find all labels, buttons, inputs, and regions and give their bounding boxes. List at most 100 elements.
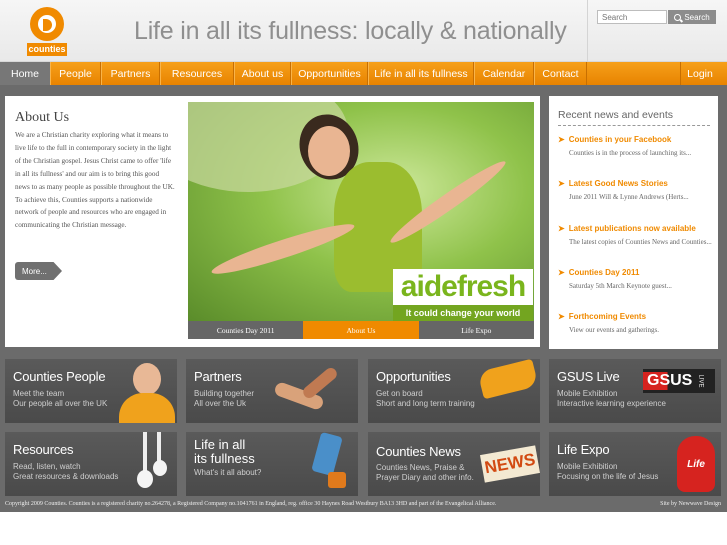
tile-sub-line: Meet the team <box>13 389 65 398</box>
site-header: counties Life in all its fullness: local… <box>0 0 727 62</box>
search-icon <box>674 13 682 21</box>
tile-title: Opportunities <box>376 369 451 384</box>
arrow-right-icon: ➤ <box>558 179 565 188</box>
nav-partners[interactable]: Partners <box>101 62 160 85</box>
handshake-icon <box>264 359 358 423</box>
news-item[interactable]: ➤ Latest Good News Stories June 2011 Will… <box>558 179 713 203</box>
news-item-body: Counties is in the process of launching … <box>569 149 692 157</box>
news-item-body: Saturday 5th March Keynote guest... <box>569 282 672 290</box>
news-item-head[interactable]: Forthcoming Events <box>569 312 646 321</box>
tile-sub-line: Short and long term training <box>376 399 475 408</box>
site-footer: Copyright 2009 Counties. Counties is a r… <box>0 500 727 512</box>
tile-sub-line: Read, listen, watch <box>13 462 81 471</box>
main-nav: Home People Partners Resources About us … <box>0 62 727 85</box>
hero-banner[interactable]: aidefresh It could change your world <box>188 102 534 321</box>
tile-counties-news[interactable]: Counties News Counties News, Praise & Pr… <box>368 432 540 496</box>
life-logo-text: Life <box>687 458 705 470</box>
news-stamp-icon: NEWS <box>479 445 540 483</box>
tile-title: Partners <box>194 369 242 384</box>
tile-subtitle: Counties News, Praise & Prayer Diary and… <box>376 463 474 483</box>
tile-life-in-all-its-fullness[interactable]: Life in all its fullness What's it all a… <box>186 432 358 496</box>
arrow-right-icon: ➤ <box>558 135 565 144</box>
search-input[interactable] <box>597 10 667 24</box>
gsus-badge-live: LIVE <box>697 374 704 388</box>
tile-gsus-live[interactable]: GSUS Live Mobile Exhibition Interactive … <box>549 359 721 423</box>
tile-opportunities[interactable]: Opportunities Get on board Short and lon… <box>368 359 540 423</box>
hero-tab-about-us[interactable]: About Us <box>303 321 419 339</box>
news-item-head[interactable]: Counties Day 2011 <box>569 268 640 277</box>
hero-figure-face <box>308 126 350 176</box>
jumping-figure-icon <box>298 432 358 496</box>
arrow-right-icon: ➤ <box>558 224 565 233</box>
arrow-right-icon: ➤ <box>558 268 565 277</box>
more-button[interactable]: More... <box>15 262 62 280</box>
tile-sub-line: Counties News, Praise & <box>376 463 465 472</box>
logo-word: counties <box>27 43 67 56</box>
aidefresh-word: aidefresh <box>393 269 533 305</box>
logo-mark-icon <box>30 7 64 41</box>
news-item-head[interactable]: Counties in your Facebook <box>569 135 672 144</box>
news-item-body: June 2011 Will & Lynne Andrews (Herts... <box>569 193 689 201</box>
tile-sub-line: Mobile Exhibition <box>557 462 618 471</box>
tile-partners[interactable]: Partners Building together All over the … <box>186 359 358 423</box>
hero-tab-life-expo[interactable]: Life Expo <box>418 321 534 339</box>
nav-calendar[interactable]: Calendar <box>474 62 534 85</box>
nav-about-us[interactable]: About us <box>234 62 291 85</box>
tile-life-expo[interactable]: Life Expo Mobile Exhibition Focusing on … <box>549 432 721 496</box>
tile-subtitle: What's it all about? <box>194 468 261 478</box>
tile-counties-people[interactable]: Counties People Meet the team Our people… <box>5 359 177 423</box>
search-button-label: Search <box>684 12 710 22</box>
tile-sub-line: Prayer Diary and other info. <box>376 473 474 482</box>
nav-home[interactable]: Home <box>0 62 50 85</box>
aidefresh-logo: aidefresh It could change your world <box>393 269 533 321</box>
news-item[interactable]: ➤ Counties Day 2011 Saturday 5th March Ke… <box>558 268 713 292</box>
gsus-badge-text: GSUS <box>643 372 693 390</box>
hero-tabs: Counties Day 2011 About Us Life Expo <box>188 321 534 339</box>
news-panel: Recent news and events ➤ Counties in your… <box>549 96 718 349</box>
tile-sub-line: Building together <box>194 389 255 398</box>
tile-subtitle: Meet the team Our people all over the UK <box>13 389 107 409</box>
counties-logo[interactable]: counties <box>27 7 67 56</box>
tile-sub-line: Great resources & downloads <box>13 472 119 481</box>
hero-tab-counties-day[interactable]: Counties Day 2011 <box>188 321 304 339</box>
about-text: We are a Christian charity exploring wha… <box>15 131 175 230</box>
news-item-body: The latest copies of Counties News and C… <box>569 238 712 246</box>
tile-title: Life Expo <box>557 442 610 457</box>
nav-life-in-all-its-fullness[interactable]: Life in all its fullness <box>368 62 474 85</box>
about-title: About Us <box>15 110 70 125</box>
tile-title-line: its fullness <box>194 451 255 466</box>
news-item-head[interactable]: Latest publications now available <box>569 224 696 233</box>
nav-resources[interactable]: Resources <box>160 62 234 85</box>
tile-title: Life in all its fullness <box>194 438 255 466</box>
copyright-text: Copyright 2009 Counties. Counties is a r… <box>5 501 497 507</box>
tile-subtitle: Building together All over the Uk <box>194 389 254 409</box>
tile-resources[interactable]: Resources Read, listen, watch Great reso… <box>5 432 177 496</box>
tile-title-line: Life in all <box>194 437 246 452</box>
tile-subtitle: Get on board Short and long term trainin… <box>376 389 475 409</box>
news-item[interactable]: ➤ Forthcoming Events View our events and … <box>558 312 713 336</box>
nav-login[interactable]: Login <box>680 62 719 85</box>
nav-people[interactable]: People <box>50 62 101 85</box>
person-photo-icon <box>117 359 177 423</box>
tile-sub-line: What's it all about? <box>194 468 262 477</box>
site-credit-link[interactable]: Site by Newwave Design <box>660 501 721 507</box>
tile-sub-line: Focusing on the life of Jesus <box>557 472 659 481</box>
tile-title: GSUS Live <box>557 369 620 384</box>
hand-logo-icon: Life <box>677 436 715 492</box>
arrow-right-icon: ➤ <box>558 312 565 321</box>
gsus-live-logo: GSUS LIVE <box>643 369 715 393</box>
site-tagline: Life in all its fullness: locally & nati… <box>134 17 567 45</box>
news-item[interactable]: ➤ Latest publications now available The l… <box>558 224 713 248</box>
nav-contact[interactable]: Contact <box>534 62 587 85</box>
header-divider <box>587 0 588 62</box>
tile-title: Counties People <box>13 369 106 384</box>
news-item[interactable]: ➤ Counties in your Facebook Counties is i… <box>558 135 713 159</box>
tile-sub-line: Get on board <box>376 389 423 398</box>
news-title: Recent news and events <box>558 109 673 121</box>
tile-title: Resources <box>13 442 74 457</box>
tile-title: Counties News <box>376 444 461 459</box>
nav-opportunities[interactable]: Opportunities <box>291 62 368 85</box>
search-button[interactable]: Search <box>668 10 716 24</box>
tile-sub-line: Our people all over the UK <box>13 399 108 408</box>
news-item-head[interactable]: Latest Good News Stories <box>569 179 668 188</box>
